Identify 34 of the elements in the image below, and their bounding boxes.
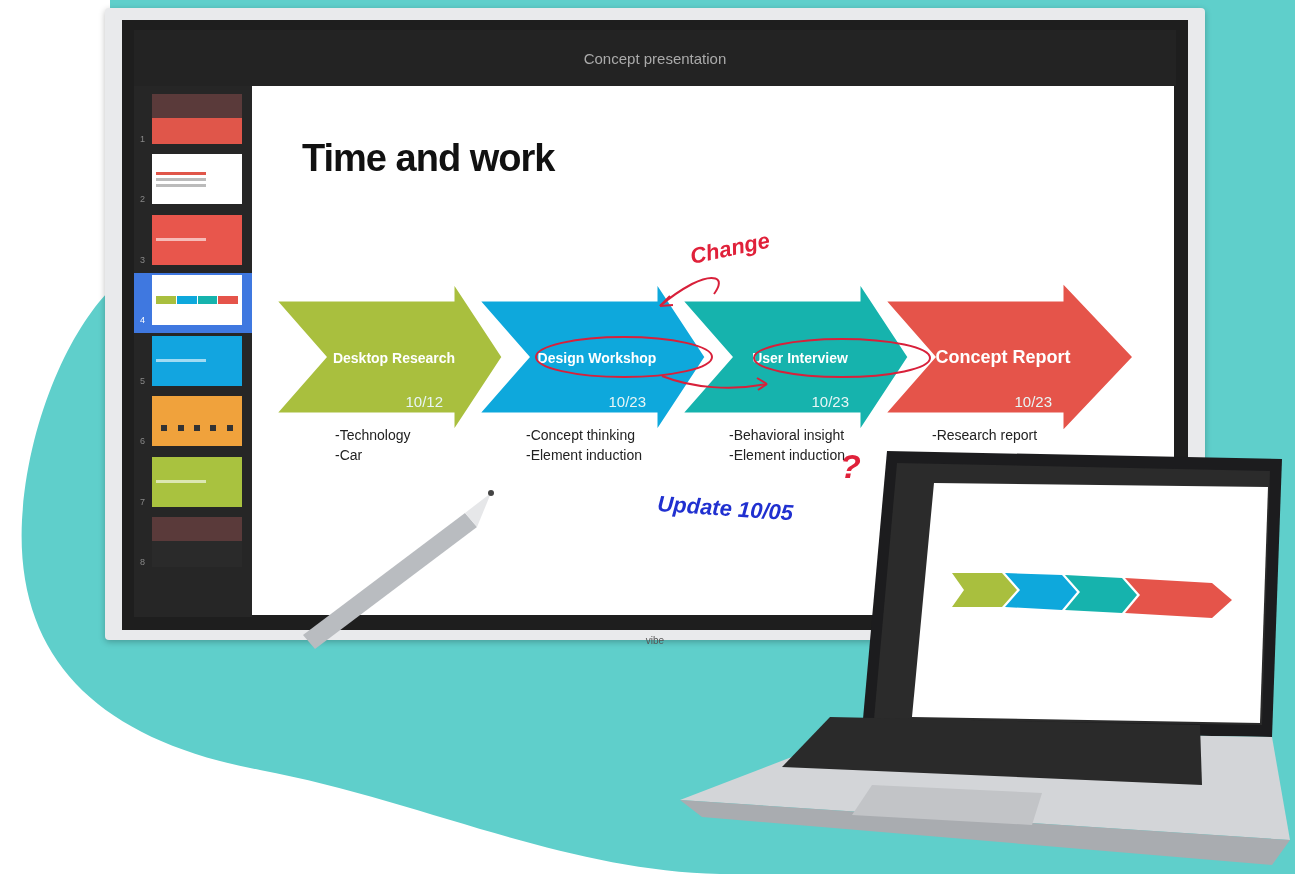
slide-number: 4 <box>140 315 146 325</box>
step-date: 10/23 <box>1014 393 1052 410</box>
step-note: -Research report <box>932 427 1038 443</box>
slide-number: 3 <box>140 254 146 265</box>
handwritten-note: Update 10/05 <box>656 491 794 526</box>
slide-number: 1 <box>140 133 146 144</box>
slide-item[interactable]: 3 <box>134 212 252 273</box>
slide-item[interactable]: 6 <box>134 393 252 454</box>
slide-item[interactable]: 1 <box>134 91 252 152</box>
slide-number: 5 <box>140 375 146 386</box>
slide-number: 2 <box>140 194 146 204</box>
slide-item[interactable]: 7 <box>134 454 252 515</box>
slide-item[interactable]: 4 <box>134 272 252 333</box>
slide-number: 6 <box>140 436 146 446</box>
step-note: -Element induction <box>526 447 642 463</box>
step-label: Desktop Research <box>332 350 456 366</box>
step-note: -Concept thinking <box>526 427 635 443</box>
step-date: 10/23 <box>811 393 849 410</box>
slide-item[interactable]: 8 <box>134 514 252 575</box>
slide-number: 8 <box>140 557 146 567</box>
step-note: -Car <box>335 447 363 463</box>
step-label: Design Workshop <box>537 350 657 366</box>
step-note: -Behavioral insight <box>729 427 845 443</box>
step-note: -Technology <box>335 427 411 443</box>
step-date: 10/12 <box>405 393 443 410</box>
window-title: Concept presentation <box>583 49 727 67</box>
step-label: Concept Report <box>935 347 1071 367</box>
slide-item[interactable]: 2 <box>134 151 252 212</box>
slide-number: 7 <box>140 496 146 507</box>
slide-item[interactable]: 5 <box>134 333 252 394</box>
slide-title: Time and work <box>302 137 555 179</box>
step-date: 10/23 <box>608 393 646 410</box>
curved-arrow <box>659 277 720 307</box>
handwritten-note: Change <box>687 227 772 269</box>
